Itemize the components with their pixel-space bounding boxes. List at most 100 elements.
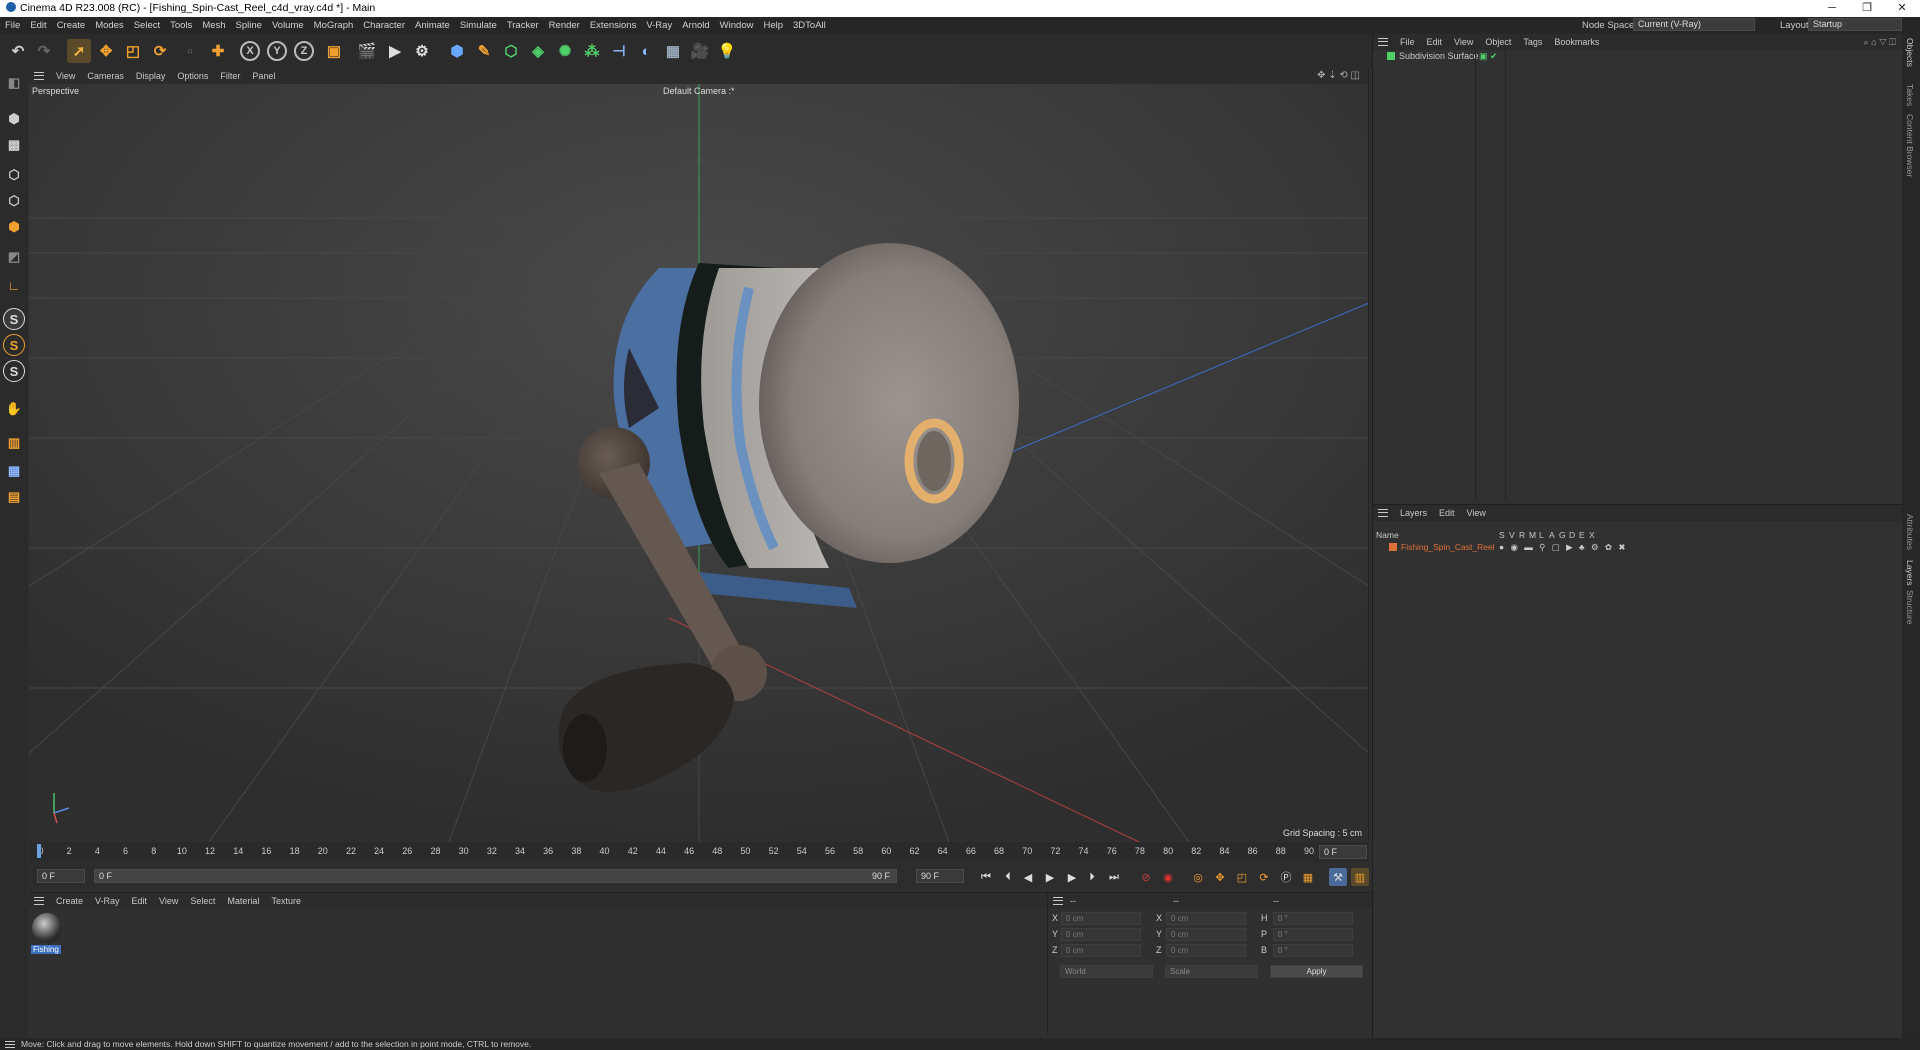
material-menu-create[interactable]: Create: [50, 893, 89, 909]
objects-menu-icon[interactable]: [1378, 38, 1388, 46]
keyframe-selection-icon[interactable]: ◎: [1189, 868, 1207, 886]
autokey-icon[interactable]: ◉: [1159, 868, 1177, 886]
x-axis-lock-button[interactable]: X: [240, 41, 260, 61]
object-name[interactable]: Subdivision Surface: [1399, 51, 1479, 61]
tab-takes[interactable]: Takes: [1905, 84, 1915, 106]
status-menu-icon[interactable]: [5, 1041, 15, 1048]
dope-sheet-icon[interactable]: ▥: [1351, 868, 1369, 886]
scale-tool-icon[interactable]: ◰: [121, 39, 145, 63]
layer-name[interactable]: Fishing_Spin_Cast_Reel: [1401, 542, 1495, 552]
layer-toggle-icons[interactable]: ● ◉ ▬ ⚲ ▢ ▶ ♣ ⚙ ✿ ✖: [1499, 541, 1628, 553]
menu-item-render[interactable]: Render: [544, 17, 585, 34]
create-tool-icon[interactable]: ✚: [206, 39, 230, 63]
size-z-field[interactable]: 0 cm: [1166, 944, 1246, 957]
scale-key-icon[interactable]: ◰: [1233, 868, 1251, 886]
grid-pattern-icon[interactable]: ▥: [3, 432, 25, 454]
size-x-field[interactable]: 0 cm: [1166, 912, 1246, 925]
model-mode-icon[interactable]: ⬢: [3, 108, 25, 130]
layers-menu-edit[interactable]: Edit: [1433, 505, 1461, 521]
undo-icon[interactable]: ↶: [6, 39, 30, 63]
next-frame-icon[interactable]: ▶: [1063, 868, 1081, 886]
cube-object-icon[interactable]: ⬢: [445, 39, 469, 63]
coord-system-select[interactable]: World: [1060, 965, 1153, 978]
menu-item-select[interactable]: Select: [129, 17, 165, 34]
objects-menu-view[interactable]: View: [1448, 34, 1479, 50]
go-to-start-icon[interactable]: ⏮: [977, 868, 995, 886]
pen-spline-icon[interactable]: ✎: [472, 39, 496, 63]
rot-p-field[interactable]: 0 °: [1273, 928, 1353, 941]
size-mode-select[interactable]: Scale: [1165, 965, 1258, 978]
last-tool-icon[interactable]: ▫: [178, 39, 202, 63]
time-slider-handle[interactable]: [37, 844, 41, 858]
viewport[interactable]: View Cameras Display Options Filter Panel ✥ ⇣…: [29, 68, 1369, 842]
layers-menu-layers[interactable]: Layers: [1394, 505, 1433, 521]
node-space-select[interactable]: Current (V-Ray): [1633, 18, 1755, 31]
material-menu-material[interactable]: Material: [221, 893, 265, 909]
viewport-menu-display[interactable]: Display: [130, 68, 172, 84]
camera-icon[interactable]: 🎥: [688, 39, 712, 63]
field-icon[interactable]: ◐: [634, 39, 658, 63]
restore-button[interactable]: ❐: [1850, 0, 1884, 17]
menu-item-spline[interactable]: Spline: [231, 17, 267, 34]
points-mode-icon[interactable]: ⬡: [3, 164, 25, 186]
menu-item-3dtoall[interactable]: 3DToAll: [788, 17, 831, 34]
layers-menu-view[interactable]: View: [1461, 505, 1492, 521]
go-to-end-icon[interactable]: ⏭: [1105, 868, 1123, 886]
camera-label[interactable]: Default Camera :*: [663, 86, 735, 96]
menu-item-mesh[interactable]: Mesh: [197, 17, 230, 34]
layers-menu-icon[interactable]: [1378, 509, 1388, 517]
pos-x-field[interactable]: 0 cm: [1061, 912, 1141, 925]
menu-item-tracker[interactable]: Tracker: [502, 17, 544, 34]
size-y-field[interactable]: 0 cm: [1166, 928, 1246, 941]
material-name[interactable]: Fishing: [31, 945, 61, 954]
menu-item-volume[interactable]: Volume: [267, 17, 309, 34]
menu-item-modes[interactable]: Modes: [90, 17, 129, 34]
viewport-menu-options[interactable]: Options: [171, 68, 214, 84]
lock-workplane-icon[interactable]: ▦: [3, 460, 25, 482]
rotate-tool-icon[interactable]: ⟳: [148, 39, 172, 63]
next-key-icon[interactable]: ⏵: [1083, 868, 1101, 886]
z-axis-lock-button[interactable]: Z: [294, 41, 314, 61]
layout-select[interactable]: Startup: [1808, 18, 1902, 31]
move-tool-icon[interactable]: ✥: [94, 39, 118, 63]
objects-menu-file[interactable]: File: [1394, 34, 1421, 50]
extrude-generator-icon[interactable]: ◈: [526, 39, 550, 63]
objects-menu-bookmarks[interactable]: Bookmarks: [1548, 34, 1605, 50]
close-button[interactable]: ✕: [1885, 0, 1919, 17]
coordinate-system-icon[interactable]: ▣: [322, 39, 346, 63]
workplane-icon[interactable]: ∟: [3, 274, 25, 296]
axis-mode-icon[interactable]: ◩: [3, 246, 25, 268]
play-icon[interactable]: ▶: [1041, 868, 1059, 886]
render-view-icon[interactable]: ▶: [383, 39, 407, 63]
minimize-button[interactable]: ─: [1815, 0, 1849, 17]
snap-s3-button[interactable]: S: [3, 360, 25, 382]
pos-z-field[interactable]: 0 cm: [1061, 944, 1141, 957]
tab-layers[interactable]: Layers: [1905, 560, 1915, 586]
menu-item-help[interactable]: Help: [758, 17, 788, 34]
menu-item-extensions[interactable]: Extensions: [585, 17, 641, 34]
menu-item-window[interactable]: Window: [715, 17, 759, 34]
light-icon[interactable]: 💡: [715, 39, 739, 63]
subdivision-generator-icon[interactable]: ⬡: [499, 39, 523, 63]
material-menu-vray[interactable]: V-Ray: [89, 893, 126, 909]
objects-search-icons[interactable]: ⌕ ⌂ ▽ ◫: [1864, 34, 1896, 50]
object-row[interactable]: Subdivision Surface ▣ ✔: [1373, 50, 1902, 62]
render-settings-icon[interactable]: ⚙: [410, 39, 434, 63]
make-editable-icon[interactable]: ◧: [3, 72, 25, 94]
mograph-icon[interactable]: ⁂: [580, 39, 604, 63]
tab-attributes[interactable]: Attributes: [1905, 514, 1915, 550]
material-menu-view[interactable]: View: [153, 893, 184, 909]
end-frame-field[interactable]: 90 F: [916, 869, 964, 883]
material-menu-select[interactable]: Select: [184, 893, 221, 909]
sculpt-brush-icon[interactable]: ✋: [3, 398, 25, 420]
material-menu-icon[interactable]: [34, 897, 44, 905]
deformer-icon[interactable]: ⊣: [607, 39, 631, 63]
texture-mode-icon[interactable]: ▩: [3, 134, 25, 156]
y-axis-lock-button[interactable]: Y: [267, 41, 287, 61]
viewport-menu-panel[interactable]: Panel: [246, 68, 281, 84]
pos-y-field[interactable]: 0 cm: [1061, 928, 1141, 941]
rotation-key-icon[interactable]: ⟳: [1255, 868, 1273, 886]
polygons-mode-icon[interactable]: ⬢: [3, 216, 25, 238]
tab-content-browser[interactable]: Content Browser: [1905, 114, 1915, 177]
select-tool-icon[interactable]: ➚: [67, 39, 91, 63]
